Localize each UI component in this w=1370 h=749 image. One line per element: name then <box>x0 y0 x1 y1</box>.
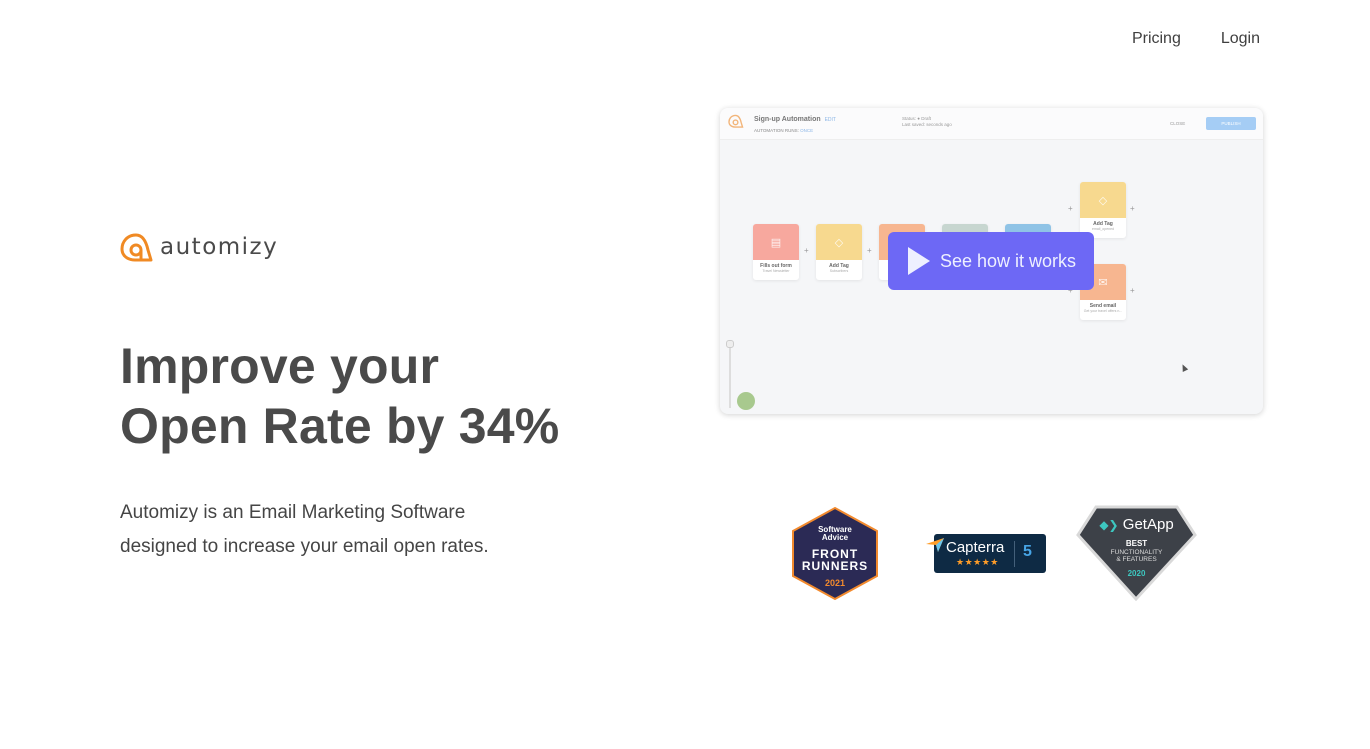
add-step-icon: + <box>1068 204 1073 213</box>
edit-link[interactable]: EDIT <box>825 117 836 123</box>
tag-icon: ◇ <box>1080 182 1126 218</box>
capterra-arrow-icon <box>926 538 944 552</box>
nav-login-link[interactable]: Login <box>1221 30 1260 48</box>
automizy-logo-icon <box>120 233 153 262</box>
minimap-button[interactable] <box>737 392 755 410</box>
automation-runs: AUTOMATION RUNS: ONCE <box>754 128 814 133</box>
form-icon: ▤ <box>753 224 799 260</box>
automation-title: Sign-up Automation EDIT <box>754 116 836 123</box>
zoom-slider-track[interactable] <box>729 344 731 408</box>
headline-line-2: Open Rate by 34% <box>120 398 560 454</box>
see-how-it-works-button[interactable]: See how it works <box>888 232 1094 290</box>
star-rating-icon: ★★★★★ <box>956 557 999 567</box>
runs-value[interactable]: ONCE <box>800 128 813 133</box>
brand-logo[interactable]: automizy <box>120 232 278 262</box>
getapp-badge: ◆❯ GetApp BEST FUNCTIONALITY & FEATURES … <box>1076 505 1197 602</box>
play-icon <box>908 247 930 275</box>
add-step-icon: + <box>804 246 809 255</box>
close-button[interactable]: CLOSE <box>1170 121 1185 126</box>
getapp-logo-icon: ◆❯ <box>1099 518 1119 532</box>
brand-name: automizy <box>160 234 279 260</box>
headline-line-1: Improve your <box>120 338 440 394</box>
status-info: Status: ● Draft Last saved: seconds ago <box>902 116 952 127</box>
top-nav: Pricing Login <box>1132 30 1260 48</box>
mouse-cursor-icon <box>1179 363 1189 372</box>
editor-header: Sign-up Automation EDIT AUTOMATION RUNS:… <box>720 108 1263 140</box>
hero-headline: Improve your Open Rate by 34% <box>120 336 559 456</box>
capterra-badge: Capterra ★★★★★ 5 <box>926 534 1046 573</box>
workflow-node: ◇ Add Tag Subscribers <box>816 224 862 280</box>
add-step-icon: + <box>1130 286 1135 295</box>
workflow-node: ▤ Fills out form Travel Newsletter <box>753 224 799 280</box>
software-advice-badge: Software Advice FRONT RUNNERS 2021 <box>790 506 880 601</box>
demo-video-preview[interactable]: Sign-up Automation EDIT AUTOMATION RUNS:… <box>720 108 1263 414</box>
subtext-line-2: designed to increase your email open rat… <box>120 536 489 557</box>
nav-pricing-link[interactable]: Pricing <box>1132 30 1181 48</box>
add-step-icon: + <box>867 246 872 255</box>
subtext-line-1: Automizy is an Email Marketing Software <box>120 502 466 523</box>
hero-subtext: Automizy is an Email Marketing Software … <box>120 496 489 564</box>
zoom-slider-handle[interactable] <box>726 340 734 348</box>
tag-icon: ◇ <box>816 224 862 260</box>
add-step-icon: + <box>1130 204 1135 213</box>
automizy-logo-icon <box>728 114 744 128</box>
publish-button[interactable]: PUBLISH <box>1206 117 1256 130</box>
workflow-node: ◇ Add Tag email_opened <box>1080 182 1126 238</box>
